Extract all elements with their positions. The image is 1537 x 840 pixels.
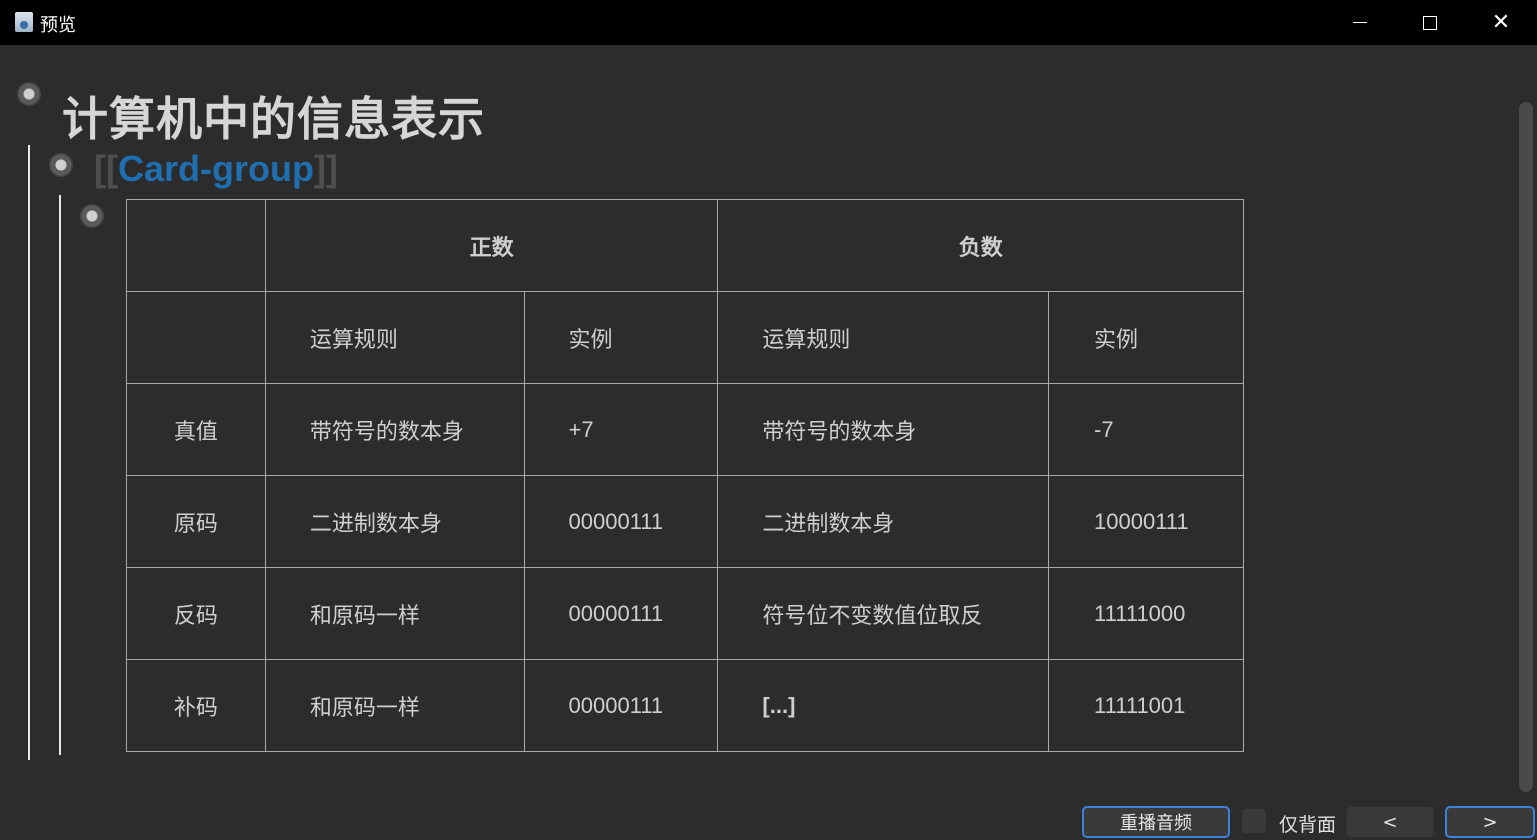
table-cell: -7	[1048, 383, 1244, 476]
table-cell: 带符号的数本身	[264, 383, 525, 476]
back-only-label: 仅背面	[1279, 814, 1337, 836]
table-cell: 实例	[523, 291, 719, 384]
link-bracket-open: [[	[94, 148, 118, 189]
table-cell: 二进制数本身	[717, 475, 1050, 568]
outline-bullet-icon[interactable]	[49, 153, 73, 177]
outline-bullet-icon[interactable]	[17, 82, 41, 106]
link-bracket-close: ]]	[313, 148, 338, 189]
next-button[interactable]: >	[1445, 806, 1535, 838]
table-row: 反码 和原码一样 00000111 符号位不变数值位取反 11111000	[126, 567, 1244, 660]
table-row: 原码 二进制数本身 00000111 二进制数本身 10000111	[126, 475, 1244, 568]
table-cell: 10000111	[1048, 475, 1244, 568]
table-cell: 11111000	[1048, 567, 1244, 660]
previous-button[interactable]: <	[1346, 806, 1434, 838]
table-cell: 运算规则	[264, 291, 525, 384]
link-text[interactable]: Card-group	[118, 148, 314, 189]
outline-guide-line	[28, 145, 30, 760]
table-header-cell: 正数	[264, 199, 719, 292]
table-cell: 原码	[126, 475, 266, 568]
minimize-button[interactable]	[1325, 0, 1395, 45]
table-cell: 11111001	[1048, 659, 1244, 752]
note-title: 计算机中的信息表示	[62, 92, 485, 146]
back-only-checkbox[interactable]	[1242, 809, 1266, 833]
table-cell: 00000111	[523, 659, 719, 752]
table-cell: +7	[523, 383, 719, 476]
cloze-placeholder[interactable]: [...]	[717, 659, 1050, 752]
table-row: 补码 和原码一样 00000111 [...] 11111001	[126, 659, 1244, 752]
table-header-cell	[126, 199, 266, 292]
table-subheader-row: 运算规则 实例 运算规则 实例	[126, 291, 1244, 384]
outline-bullet-icon[interactable]	[80, 204, 104, 228]
table-cell: 补码	[126, 659, 266, 752]
app-icon	[15, 12, 33, 32]
table-cell: 实例	[1048, 291, 1244, 384]
maximize-button[interactable]	[1395, 0, 1465, 45]
window-titlebar: 预览 ✕	[0, 0, 1537, 45]
maximize-icon	[1423, 15, 1437, 30]
table-cell: 00000111	[523, 475, 719, 568]
table-header-cell: 负数	[717, 199, 1244, 292]
table-cell: 运算规则	[717, 291, 1050, 384]
close-button[interactable]: ✕	[1466, 0, 1536, 45]
encoding-table: 正数 负数 运算规则 实例 运算规则 实例 真值 带符号的数本身 +7 带符号的…	[126, 199, 1244, 752]
table-cell: 00000111	[523, 567, 719, 660]
table-cell: 和原码一样	[264, 659, 525, 752]
close-icon: ✕	[1491, 10, 1511, 35]
card-group-link[interactable]: [[Card-group]]	[94, 148, 338, 190]
table-cell: 符号位不变数值位取反	[717, 567, 1050, 660]
table-cell: 和原码一样	[264, 567, 525, 660]
table-cell: 反码	[126, 567, 266, 660]
table-header-row: 正数 负数	[126, 199, 1244, 292]
table-cell: 真值	[126, 383, 266, 476]
window-title: 预览	[40, 15, 76, 36]
outline-guide-line	[59, 195, 61, 755]
table-cell: 带符号的数本身	[717, 383, 1050, 476]
replay-audio-button[interactable]: 重播音频	[1082, 806, 1230, 838]
vertical-scrollbar[interactable]	[1519, 102, 1533, 792]
minimize-icon	[1353, 22, 1367, 23]
table-row: 真值 带符号的数本身 +7 带符号的数本身 -7	[126, 383, 1244, 476]
table-cell	[126, 291, 266, 384]
table-cell: 二进制数本身	[264, 475, 525, 568]
